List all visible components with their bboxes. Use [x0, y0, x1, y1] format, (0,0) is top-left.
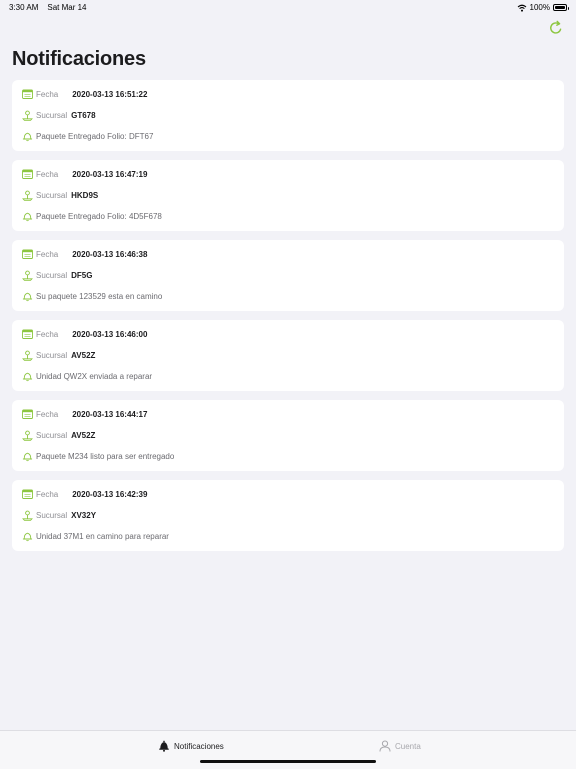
message-row: Paquete Entregado Folio: DFT67	[21, 130, 153, 142]
message-row: Paquete Entregado Folio: 4D5F678	[21, 210, 162, 222]
fecha-label: Fecha	[36, 89, 59, 99]
status-left: 3:30 AM Sat Mar 14	[9, 3, 96, 12]
notification-message: Paquete Entregado Folio: DFT67	[36, 131, 154, 141]
sucursal-value: DF5G	[71, 270, 93, 280]
bell-icon	[21, 370, 33, 382]
location-pin-icon	[21, 509, 33, 521]
sucursal-value: XV32Y	[71, 510, 97, 520]
notification-card[interactable]: Fecha 2020-03-13 16:44:17 Sucursal AV52Z	[12, 400, 564, 471]
calendar-icon	[21, 248, 33, 260]
refresh-icon[interactable]	[548, 20, 564, 36]
fecha-label: Fecha	[36, 249, 59, 259]
calendar-icon	[21, 408, 33, 420]
notification-message: Su paquete 123529 esta en camino	[36, 291, 163, 301]
location-pin-icon	[21, 189, 33, 201]
fecha-row: Fecha 2020-03-13 16:42:39	[21, 488, 147, 500]
tab-notificaciones-label: Notificaciones	[174, 741, 224, 751]
sucursal-value: HKD9S	[71, 190, 99, 200]
wifi-icon	[517, 4, 526, 12]
status-date: Sat Mar 14	[47, 3, 87, 12]
sucursal-value: GT678	[71, 110, 96, 120]
battery-percent: 100%	[529, 3, 550, 12]
location-pin-icon	[21, 109, 33, 121]
sucursal-label: Sucursal	[36, 110, 68, 120]
fecha-label: Fecha	[36, 329, 59, 339]
bell-icon	[21, 290, 33, 302]
fecha-label: Fecha	[36, 169, 59, 179]
notification-message: Unidad 37M1 en camino para reparar	[36, 531, 169, 541]
notification-card[interactable]: Fecha 2020-03-13 16:42:39 Sucursal XV32Y	[12, 480, 564, 551]
fecha-row: Fecha 2020-03-13 16:47:19	[21, 168, 147, 180]
home-indicator	[200, 760, 376, 763]
calendar-icon	[21, 488, 33, 500]
location-pin-icon	[21, 269, 33, 281]
notification-message: Paquete Entregado Folio: 4D5F678	[36, 211, 162, 221]
fecha-label: Fecha	[36, 489, 59, 499]
notification-card[interactable]: Fecha 2020-03-13 16:46:38 Sucursal DF5G	[12, 240, 564, 311]
sucursal-value: AV52Z	[71, 350, 96, 360]
calendar-icon	[21, 88, 33, 100]
person-icon	[379, 740, 391, 752]
tab-notificaciones[interactable]: Notificaciones	[158, 740, 224, 752]
fecha-row: Fecha 2020-03-13 16:46:00	[21, 328, 147, 340]
sucursal-label: Sucursal	[36, 190, 68, 200]
message-row: Unidad 37M1 en camino para reparar	[21, 530, 169, 542]
fecha-row: Fecha 2020-03-13 16:44:17	[21, 408, 147, 420]
tab-cuenta-label: Cuenta	[395, 741, 421, 751]
message-row: Su paquete 123529 esta en camino	[21, 290, 162, 302]
notification-card[interactable]: Fecha 2020-03-13 16:47:19 Sucursal HKD9S	[12, 160, 564, 231]
fecha-value: 2020-03-13 16:46:38	[72, 249, 148, 259]
sucursal-label: Sucursal	[36, 270, 68, 280]
fecha-label: Fecha	[36, 409, 59, 419]
location-pin-icon	[21, 349, 33, 361]
sucursal-label: Sucursal	[36, 510, 68, 520]
fecha-value: 2020-03-13 16:42:39	[72, 489, 148, 499]
status-time: 3:30 AM	[9, 3, 39, 12]
location-pin-icon	[21, 429, 33, 441]
sucursal-row: Sucursal HKD9S	[21, 189, 98, 201]
notification-card[interactable]: Fecha 2020-03-13 16:51:22 Sucursal GT678	[12, 80, 564, 151]
fecha-value: 2020-03-13 16:51:22	[72, 89, 148, 99]
calendar-icon	[21, 168, 33, 180]
notification-card[interactable]: Fecha 2020-03-13 16:46:00 Sucursal AV52Z	[12, 320, 564, 391]
page-title: Notificaciones	[12, 48, 146, 70]
notification-message: Paquete M234 listo para ser entregado	[36, 451, 175, 461]
bell-icon	[21, 130, 33, 142]
notification-list: Fecha 2020-03-13 16:51:22 Sucursal GT678	[12, 80, 564, 560]
sucursal-row: Sucursal AV52Z	[21, 429, 95, 441]
status-bar: 3:30 AM Sat Mar 14 100%	[0, 0, 576, 16]
fecha-value: 2020-03-13 16:44:17	[72, 409, 148, 419]
fecha-row: Fecha 2020-03-13 16:46:38	[21, 248, 147, 260]
status-right: 100%	[517, 3, 569, 12]
fecha-value: 2020-03-13 16:46:00	[72, 329, 148, 339]
sucursal-label: Sucursal	[36, 350, 68, 360]
tab-bar: Notificaciones Cuenta	[0, 730, 576, 769]
sucursal-row: Sucursal DF5G	[21, 269, 92, 281]
sucursal-label: Sucursal	[36, 430, 68, 440]
message-row: Unidad QW2X enviada a reparar	[21, 370, 152, 382]
sucursal-row: Sucursal GT678	[21, 109, 96, 121]
sucursal-row: Sucursal XV32Y	[21, 509, 96, 521]
bell-icon	[21, 210, 33, 222]
fecha-row: Fecha 2020-03-13 16:51:22	[21, 88, 147, 100]
sucursal-value: AV52Z	[71, 430, 96, 440]
battery-icon	[553, 4, 569, 11]
calendar-icon	[21, 328, 33, 340]
bell-icon	[21, 530, 33, 542]
bell-icon	[158, 740, 170, 752]
notification-message: Unidad QW2X enviada a reparar	[36, 371, 153, 381]
fecha-value: 2020-03-13 16:47:19	[72, 169, 148, 179]
bell-icon	[21, 450, 33, 462]
tab-cuenta[interactable]: Cuenta	[379, 740, 421, 752]
sucursal-row: Sucursal AV52Z	[21, 349, 95, 361]
message-row: Paquete M234 listo para ser entregado	[21, 450, 174, 462]
